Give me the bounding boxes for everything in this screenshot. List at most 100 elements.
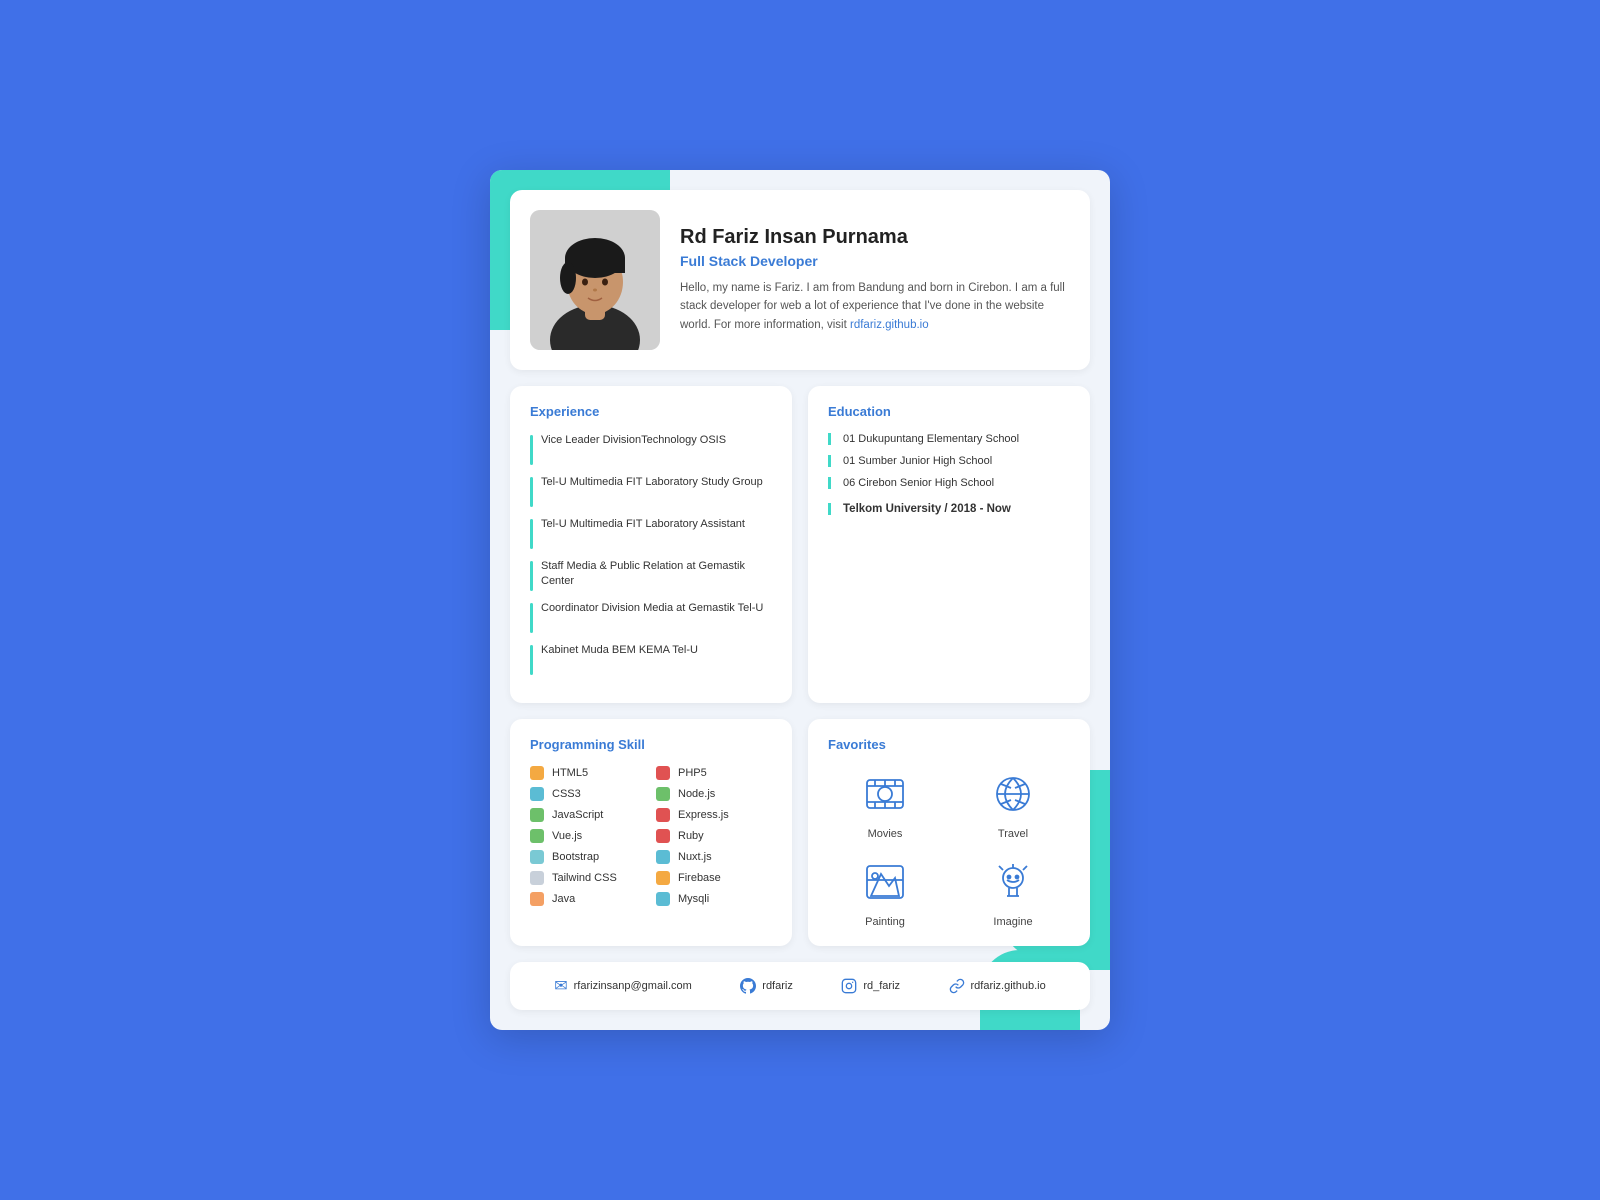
github-icon xyxy=(740,978,756,994)
exp-text: Tel-U Multimedia FIT Laboratory Study Gr… xyxy=(541,475,763,490)
favorites-title: Favorites xyxy=(828,737,1070,752)
skill-name: Vue.js xyxy=(552,830,582,842)
skill-item: JavaScript xyxy=(530,808,646,822)
exp-text: Coordinator Division Media at Gemastik T… xyxy=(541,601,763,616)
github-text: rdfariz xyxy=(762,980,793,992)
skills-card: Programming Skill HTML5PHP5CSS3Node.jsJa… xyxy=(510,719,792,946)
favorites-card: Favorites Movies Travel xyxy=(808,719,1090,946)
experience-item: Tel-U Multimedia FIT Laboratory Study Gr… xyxy=(530,475,772,507)
skill-item: Express.js xyxy=(656,808,772,822)
experience-item: Kabinet Muda BEM KEMA Tel-U xyxy=(530,643,772,675)
skill-item: Firebase xyxy=(656,871,772,885)
experience-item: Coordinator Division Media at Gemastik T… xyxy=(530,601,772,633)
skill-item: Vue.js xyxy=(530,829,646,843)
email-text: rfarizinsanp@gmail.com xyxy=(574,980,692,992)
skill-dot xyxy=(530,808,544,822)
skill-item: Nuxt.js xyxy=(656,850,772,864)
skill-item: Mysqli xyxy=(656,892,772,906)
skill-item: PHP5 xyxy=(656,766,772,780)
email-icon: ✉ xyxy=(554,976,567,996)
skill-dot xyxy=(656,850,670,864)
skill-name: PHP5 xyxy=(678,767,707,779)
favorite-imagine: Imagine xyxy=(956,854,1070,928)
exp-bar xyxy=(530,477,533,507)
job-title: Full Stack Developer xyxy=(680,253,1070,269)
instagram-contact: rd_fariz xyxy=(841,978,900,994)
experience-item: Staff Media & Public Relation at Gemasti… xyxy=(530,559,772,591)
fav-label: Movies xyxy=(868,828,903,840)
website-link[interactable]: rdfariz.github.io xyxy=(850,319,929,331)
skill-item: Tailwind CSS xyxy=(530,871,646,885)
header-card: Rd Fariz Insan Purnama Full Stack Develo… xyxy=(510,190,1090,370)
education-item: 06 Cirebon Senior High School xyxy=(828,477,1070,489)
skill-dot xyxy=(656,829,670,843)
movies-icon xyxy=(857,766,913,822)
website-contact: rdfariz.github.io xyxy=(949,978,1046,994)
exp-text: Vice Leader DivisionTechnology OSIS xyxy=(541,433,726,448)
education-item: 01 Dukupuntang Elementary School xyxy=(828,433,1070,445)
exp-bar xyxy=(530,603,533,633)
skill-name: Express.js xyxy=(678,809,729,821)
skill-dot xyxy=(530,787,544,801)
experience-item: Vice Leader DivisionTechnology OSIS xyxy=(530,433,772,465)
experience-card: Experience Vice Leader DivisionTechnolog… xyxy=(510,386,792,703)
exp-text: Kabinet Muda BEM KEMA Tel-U xyxy=(541,643,698,658)
exp-bar xyxy=(530,519,533,549)
skill-dot xyxy=(530,766,544,780)
education-item: 01 Sumber Junior High School xyxy=(828,455,1070,467)
website-footer-text: rdfariz.github.io xyxy=(971,980,1046,992)
fav-label: Imagine xyxy=(993,916,1032,928)
exp-edu-row: Experience Vice Leader DivisionTechnolog… xyxy=(510,386,1090,703)
skill-name: Nuxt.js xyxy=(678,851,712,863)
skills-title: Programming Skill xyxy=(530,737,772,752)
skill-name: JavaScript xyxy=(552,809,603,821)
skill-name: Mysqli xyxy=(678,893,709,905)
bio-text: Hello, my name is Fariz. I am from Bandu… xyxy=(680,279,1070,334)
skill-dot xyxy=(530,892,544,906)
skill-name: Java xyxy=(552,893,575,905)
skill-dot xyxy=(530,829,544,843)
fav-label: Travel xyxy=(998,828,1028,840)
skill-item: Node.js xyxy=(656,787,772,801)
experience-title: Experience xyxy=(530,404,772,419)
exp-text: Tel-U Multimedia FIT Laboratory Assistan… xyxy=(541,517,745,532)
experience-item: Tel-U Multimedia FIT Laboratory Assistan… xyxy=(530,517,772,549)
favorite-painting: Painting xyxy=(828,854,942,928)
favorite-travel: Travel xyxy=(956,766,1070,840)
skill-name: Node.js xyxy=(678,788,715,800)
exp-text: Staff Media & Public Relation at Gemasti… xyxy=(541,559,772,590)
painting-icon xyxy=(857,854,913,910)
skill-name: Tailwind CSS xyxy=(552,872,617,884)
skill-dot xyxy=(656,787,670,801)
skills-list: HTML5PHP5CSS3Node.jsJavaScriptExpress.js… xyxy=(530,766,772,906)
instagram-text: rd_fariz xyxy=(863,980,900,992)
skill-name: Ruby xyxy=(678,830,704,842)
skill-item: Java xyxy=(530,892,646,906)
skill-item: Ruby xyxy=(656,829,772,843)
skill-dot xyxy=(656,766,670,780)
favorites-list: Movies Travel Painting Imagine xyxy=(828,766,1070,928)
education-title: Education xyxy=(828,404,1070,419)
skills-fav-row: Programming Skill HTML5PHP5CSS3Node.jsJa… xyxy=(510,719,1090,946)
education-highlight: Telkom University / 2018 - Now xyxy=(828,503,1070,515)
experience-list: Vice Leader DivisionTechnology OSIS Tel-U… xyxy=(530,433,772,675)
skill-item: HTML5 xyxy=(530,766,646,780)
skill-name: Bootstrap xyxy=(552,851,599,863)
footer-card: ✉ rfarizinsanp@gmail.com rdfariz rd_fari… xyxy=(510,962,1090,1010)
full-name: Rd Fariz Insan Purnama xyxy=(680,226,1070,249)
exp-bar xyxy=(530,561,533,591)
email-contact: ✉ rfarizinsanp@gmail.com xyxy=(554,976,692,996)
skill-dot xyxy=(656,808,670,822)
exp-bar xyxy=(530,645,533,675)
skill-dot xyxy=(530,871,544,885)
instagram-icon xyxy=(841,978,857,994)
avatar xyxy=(530,210,660,350)
github-contact: rdfariz xyxy=(740,978,793,994)
skill-dot xyxy=(656,892,670,906)
imagine-icon xyxy=(985,854,1041,910)
link-icon xyxy=(949,978,965,994)
travel-icon xyxy=(985,766,1041,822)
skill-name: HTML5 xyxy=(552,767,588,779)
skill-name: Firebase xyxy=(678,872,721,884)
exp-bar xyxy=(530,435,533,465)
